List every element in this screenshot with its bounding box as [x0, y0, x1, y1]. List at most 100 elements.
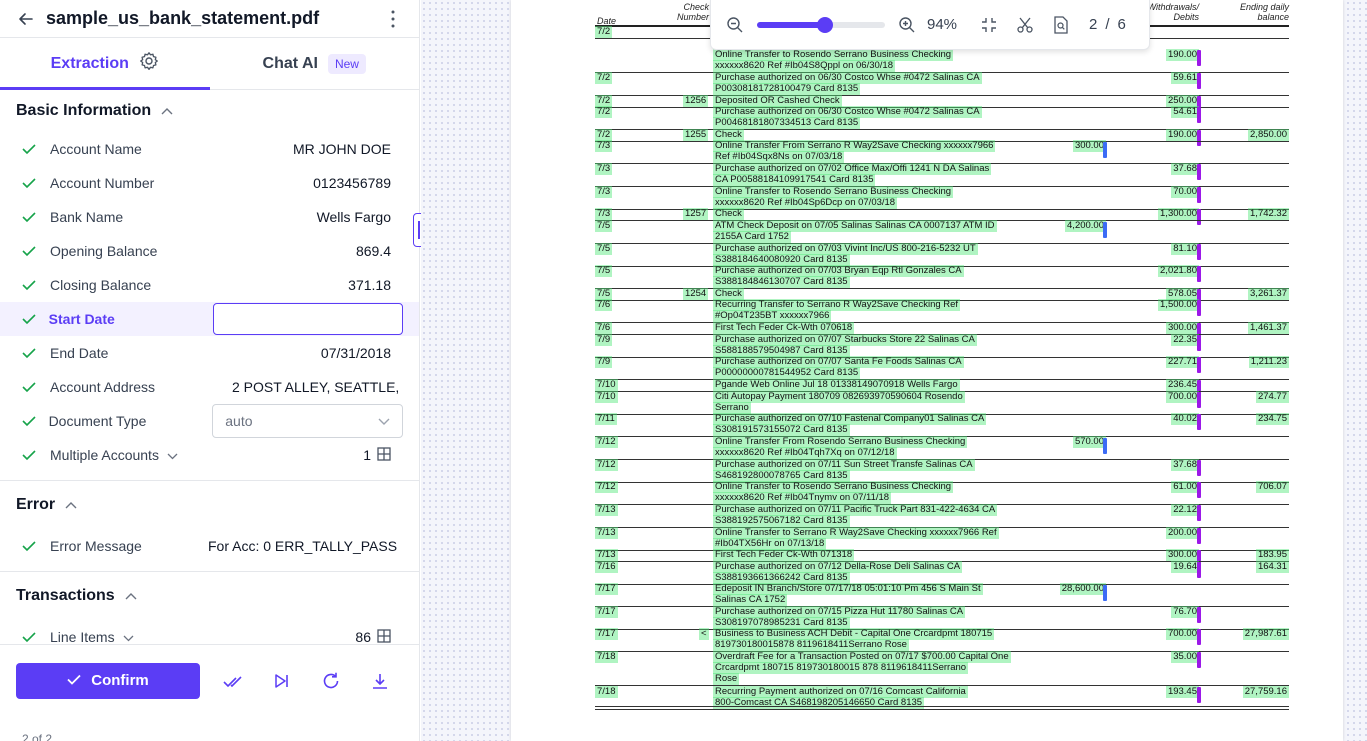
row-description[interactable]: 819730180015878 8119618411Serrano Rose [713, 639, 909, 651]
row-balance[interactable]: 27,987.61 [1242, 628, 1289, 640]
start-date-input[interactable] [213, 303, 403, 335]
field-value[interactable]: For Acc: 0 ERR_TALLY_PASS [198, 538, 403, 554]
row-withdrawal[interactable]: 190.00 [1165, 49, 1199, 61]
row-balance[interactable]: 2,850.00 [1248, 129, 1289, 141]
row-withdrawal[interactable]: 2,021.80 [1158, 265, 1199, 277]
row-withdrawal[interactable]: 54.61 [1171, 106, 1199, 118]
row-withdrawal[interactable]: 1,500.00 [1158, 299, 1199, 311]
scissors-icon[interactable] [1015, 15, 1035, 35]
row-date[interactable]: 7/6 [595, 299, 613, 311]
row-description[interactable]: Crcardpmt 180715 819730180015 878 811961… [713, 662, 969, 674]
row-withdrawal[interactable]: 40.02 [1171, 413, 1199, 425]
row-date[interactable]: 7/5 [595, 265, 613, 277]
table-grid-icon[interactable] [377, 628, 391, 646]
tab-extraction[interactable]: Extraction [0, 38, 210, 90]
row-description[interactable]: Salinas CA 1752 [713, 594, 788, 606]
row-withdrawal[interactable]: 700.00 [1165, 391, 1199, 403]
row-date[interactable]: 7/10 [595, 379, 618, 391]
field-value[interactable]: 2 POST ALLEY, SEATTLE, W [198, 379, 403, 395]
row-balance[interactable]: 27,759.16 [1242, 686, 1289, 698]
row-withdrawal[interactable]: 70.00 [1171, 186, 1199, 198]
row-date[interactable]: 7/2 [595, 26, 613, 38]
row-description[interactable]: S388184846130707 Card 8135 [713, 276, 850, 288]
row-description[interactable]: P00000000781544952 Card 8135 [713, 367, 861, 379]
fit-page-icon[interactable] [979, 15, 999, 35]
section-transactions[interactable]: Transactions [0, 572, 419, 620]
row-withdrawal[interactable]: 35.00 [1171, 651, 1199, 663]
row-withdrawal[interactable]: 22.35 [1171, 334, 1199, 346]
row-balance[interactable]: 1,742.32 [1248, 208, 1289, 220]
current-page[interactable]: 2 [1089, 16, 1097, 33]
row-description[interactable]: P00468181807334513 Card 8135 [713, 117, 861, 129]
row-balance[interactable]: 1,211.23 [1248, 356, 1289, 368]
row-description[interactable]: xxxxxx8620 Ref #Ib04Tqh7Xq on 07/12/18 [713, 447, 897, 459]
row-description[interactable]: S308191573155072 Card 8135 [713, 424, 850, 436]
row-date[interactable]: 7/17 [595, 583, 618, 595]
chevron-down-icon[interactable] [167, 447, 178, 463]
field-value[interactable]: MR JOHN DOE [198, 141, 403, 157]
field-row-multiple-accounts[interactable]: Multiple Accounts 1 [0, 438, 419, 472]
tab-chat-ai[interactable]: Chat AI New [210, 38, 420, 89]
row-withdrawal[interactable]: 22.12 [1171, 504, 1199, 516]
row-withdrawal[interactable]: 76.70 [1171, 606, 1199, 618]
row-check-number[interactable]: 1257 [683, 208, 709, 220]
row-date[interactable]: 7/6 [595, 322, 613, 334]
row-description[interactable]: CA P00588184109917541 Card 8135 [713, 174, 876, 186]
row-check-number[interactable]: 1254 [683, 288, 709, 300]
row-withdrawal[interactable]: 200.00 [1165, 527, 1199, 539]
row-description[interactable]: #Op04T235BT xxxxxx7966 [713, 310, 832, 322]
row-check-number[interactable]: 1256 [683, 95, 709, 107]
row-balance[interactable]: 234.75 [1255, 413, 1289, 425]
row-withdrawal[interactable]: 236.45 [1165, 379, 1199, 391]
row-balance[interactable]: 183.95 [1255, 549, 1289, 561]
chevron-up-icon[interactable] [161, 102, 173, 120]
row-date[interactable]: 7/18 [595, 651, 618, 663]
row-deposit[interactable]: 570.00 [1072, 436, 1106, 448]
row-date[interactable]: 7/2 [595, 106, 613, 118]
field-row-end-date[interactable]: End Date 07/31/2018 [0, 336, 419, 370]
row-deposit[interactable]: 4,200.00 [1065, 220, 1106, 232]
row-description[interactable]: 800-Comcast CA S468198205146650 Card 813… [713, 697, 925, 709]
row-date[interactable]: 7/17 [595, 606, 618, 618]
row-withdrawal[interactable]: 61.00 [1171, 481, 1199, 493]
row-withdrawal[interactable]: 19.64 [1171, 561, 1199, 573]
chevron-down-icon[interactable] [123, 629, 134, 645]
zoom-in-icon[interactable] [897, 15, 917, 35]
field-value[interactable]: 371.18 [198, 277, 403, 293]
row-date[interactable]: 7/18 [595, 686, 618, 698]
row-withdrawal[interactable]: 300.00 [1165, 549, 1199, 561]
field-row-start-date[interactable]: Start Date [0, 302, 419, 336]
double-check-icon[interactable] [222, 670, 244, 692]
field-row-bank-name[interactable]: Bank Name Wells Fargo [0, 200, 419, 234]
field-row-error-message[interactable]: Error Message For Acc: 0 ERR_TALLY_PASS [0, 529, 419, 563]
zoom-slider[interactable] [757, 16, 885, 33]
row-description[interactable]: First Tech Feder Ck-Wth 070618 [713, 322, 855, 334]
row-withdrawal[interactable]: 227.71 [1165, 356, 1199, 368]
row-check-number[interactable]: 1255 [683, 129, 709, 141]
row-date[interactable]: 7/16 [595, 561, 618, 573]
row-description[interactable]: First Tech Feder Ck-Wth 071318 [713, 549, 855, 561]
row-balance[interactable]: 706.07 [1255, 481, 1289, 493]
row-balance[interactable]: 3,261.37 [1248, 288, 1289, 300]
section-basic-information[interactable]: Basic Information [0, 90, 419, 132]
row-date[interactable]: 7/13 [595, 549, 618, 561]
section-error[interactable]: Error [0, 481, 419, 529]
row-date[interactable]: 7/9 [595, 334, 613, 346]
row-date[interactable]: 7/9 [595, 356, 613, 368]
row-date[interactable]: 7/13 [595, 527, 618, 539]
row-description[interactable]: Pgande Web Online Jul 18 01338149070918 … [713, 379, 960, 391]
chevron-up-icon[interactable] [65, 496, 77, 514]
field-row-account-name[interactable]: Account Name MR JOHN DOE [0, 132, 419, 166]
row-date[interactable]: 7/3 [595, 163, 613, 175]
row-description[interactable]: S388192575067182 Card 8135 [713, 515, 850, 527]
page-search-icon[interactable] [1051, 15, 1071, 35]
field-value[interactable]: 869.4 [198, 243, 403, 259]
confirm-button[interactable]: Confirm [16, 662, 200, 699]
row-description[interactable]: 2155A Card 1752 [713, 231, 791, 243]
row-description[interactable]: Check [713, 208, 744, 220]
row-description[interactable]: P00308181728100479 Card 8135 [713, 83, 861, 95]
table-grid-icon[interactable] [377, 446, 391, 464]
row-withdrawal[interactable]: 190.00 [1165, 129, 1199, 141]
chevron-up-icon[interactable] [125, 587, 137, 605]
row-date[interactable]: 7/17 [595, 628, 618, 640]
